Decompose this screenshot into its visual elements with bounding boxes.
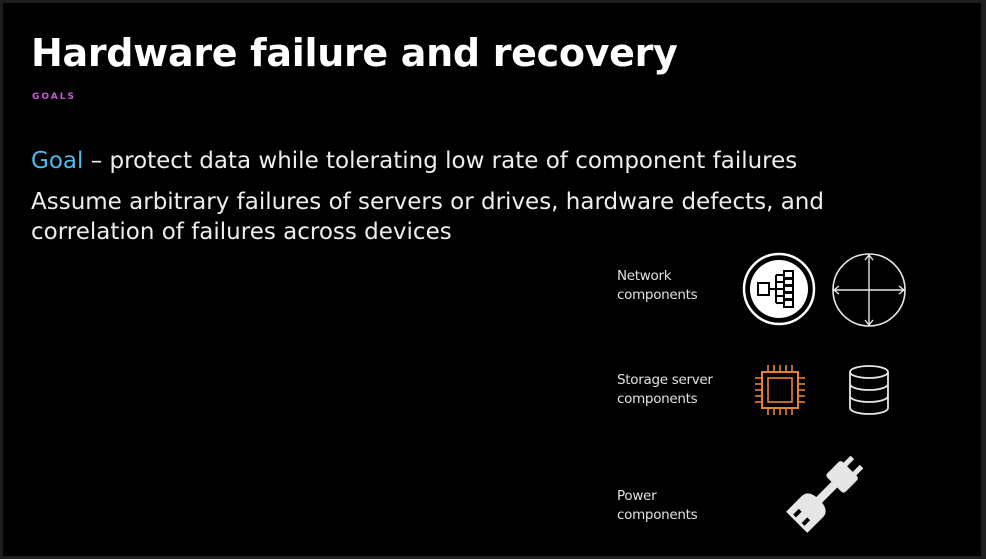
- power-plug-icon: [786, 455, 864, 533]
- network-label-line1: Network: [617, 268, 672, 284]
- goal-keyword: Goal: [31, 148, 84, 174]
- storage-label-line2: components: [617, 391, 698, 407]
- slide-title: Hardware failure and recovery: [31, 31, 678, 75]
- goal-statement: Goal – protect data while tolerating low…: [31, 148, 797, 174]
- power-label-line2: components: [617, 507, 698, 523]
- storage-label-line1: Storage server: [617, 372, 713, 388]
- router-icon: [832, 253, 906, 327]
- cpu-chip-icon: [755, 365, 805, 415]
- network-switch-icon: [742, 252, 816, 326]
- assumption-statement: Assume arbitrary failures of servers or …: [31, 189, 824, 245]
- power-label-line1: Power: [617, 488, 657, 504]
- network-label-line2: components: [617, 287, 698, 303]
- slide: Hardware failure and recovery GOALS Goal…: [3, 3, 981, 556]
- power-components-label: Power components: [617, 487, 698, 525]
- goal-text: – protect data while tolerating low rate…: [83, 148, 798, 174]
- storage-components-label: Storage server components: [617, 371, 713, 409]
- network-components-label: Network components: [617, 267, 698, 305]
- database-icon: [849, 365, 889, 415]
- slide-subtitle: GOALS: [32, 92, 76, 102]
